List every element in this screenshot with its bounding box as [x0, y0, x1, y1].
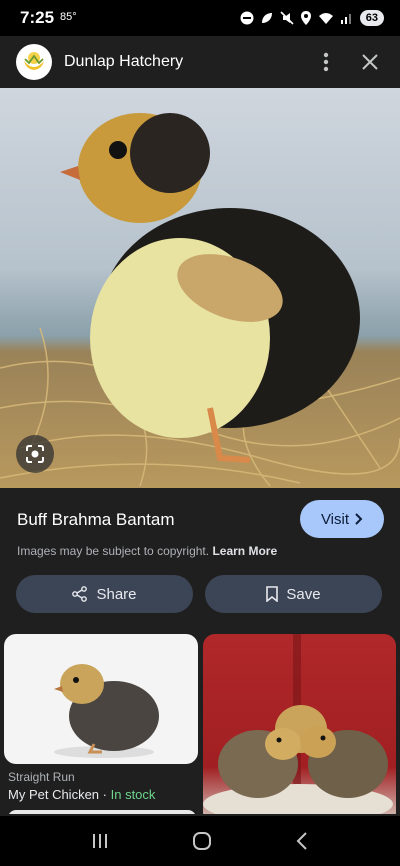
save-label: Save	[286, 585, 321, 603]
source-separator: ·	[99, 787, 111, 802]
status-time: 7:25	[20, 8, 55, 27]
chick-photo	[0, 113, 400, 487]
status-icons: 63	[240, 10, 384, 26]
chick-logo-icon	[24, 52, 44, 70]
copyright-text: Images may be subject to copyright.	[17, 544, 210, 558]
app-header: Dunlap Hatchery	[0, 36, 400, 88]
recent-apps-icon[interactable]	[91, 832, 109, 850]
more-options-button[interactable]	[312, 48, 340, 76]
visit-label: Visit	[320, 510, 350, 528]
close-button[interactable]	[356, 48, 384, 76]
system-nav-bar	[0, 816, 400, 866]
lens-icon	[26, 445, 44, 463]
signal-icon	[340, 14, 351, 24]
share-label: Share	[96, 585, 137, 603]
leaf-icon	[261, 13, 272, 23]
google-lens-button[interactable]	[16, 435, 54, 473]
do-not-disturb-icon	[240, 11, 254, 25]
more-vert-icon	[323, 52, 329, 72]
related-label: Straight Run	[8, 770, 75, 784]
status-bar: 7:25 85° 63	[0, 0, 400, 36]
chevron-right-icon	[355, 513, 363, 525]
bookmark-icon	[266, 586, 279, 602]
close-icon	[362, 54, 378, 70]
mute-icon	[280, 11, 294, 25]
image-title: Buff Brahma Bantam	[17, 510, 175, 529]
related-source: My Pet Chicken · In stock	[8, 787, 198, 802]
source-name: My Pet Chicken	[8, 787, 100, 802]
back-icon[interactable]	[295, 832, 309, 850]
status-temperature: 85°	[60, 11, 77, 23]
site-title: Dunlap Hatchery	[64, 53, 184, 70]
visit-button[interactable]: Visit	[300, 500, 384, 538]
wifi-icon	[318, 13, 333, 24]
related-card-peek[interactable]	[8, 810, 196, 814]
related-card[interactable]: Straight Run My Pet Chicken · In stock	[4, 634, 198, 814]
related-image[interactable]	[4, 634, 198, 764]
location-icon	[300, 11, 311, 25]
save-button[interactable]: Save	[205, 575, 382, 613]
home-icon[interactable]	[192, 831, 212, 851]
chick-thumbnail	[54, 664, 159, 758]
main-image[interactable]	[0, 88, 400, 488]
related-images-grid: Straight Run My Pet Chicken · In stock	[0, 634, 400, 814]
site-logo[interactable]	[16, 44, 52, 80]
image-info-panel: Buff Brahma Bantam Visit Images may be s…	[0, 488, 400, 634]
stock-status: In stock	[110, 787, 156, 802]
chicks-group-thumbnail	[203, 634, 393, 814]
related-card[interactable]	[203, 634, 396, 814]
battery-indicator: 63	[359, 10, 384, 26]
copyright-notice: Images may be subject to copyright. Lear…	[17, 544, 277, 558]
share-icon	[72, 586, 88, 602]
share-button[interactable]: Share	[16, 575, 193, 613]
learn-more-link[interactable]: Learn More	[212, 544, 277, 558]
